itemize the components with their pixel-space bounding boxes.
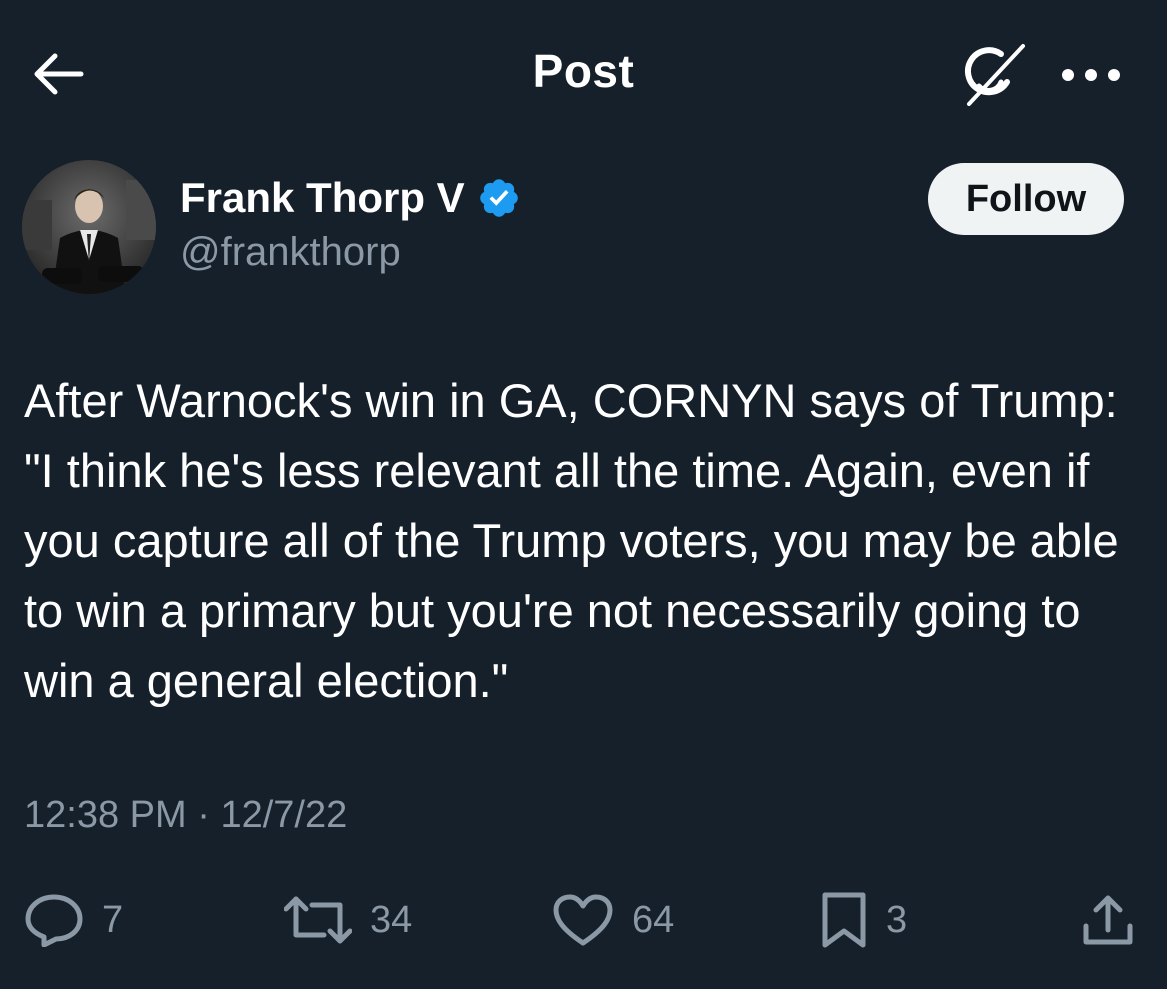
post-time: 12:38 PM: [24, 794, 187, 836]
reply-button[interactable]: 7: [24, 890, 123, 950]
share-button[interactable]: [1080, 890, 1136, 950]
share-icon: [1083, 895, 1133, 945]
post-text: After Warnock's win in GA, CORNYN says o…: [24, 374, 1119, 707]
bookmark-button[interactable]: 3: [820, 890, 907, 950]
author-name-text: Frank Thorp V: [180, 174, 465, 221]
author-name[interactable]: Frank Thorp V: [180, 174, 521, 222]
grok-icon: [965, 44, 1025, 106]
repost-button[interactable]: 34: [284, 890, 412, 950]
post-date: 12/7/22: [220, 794, 348, 836]
more-dots-icon: [1062, 69, 1120, 81]
more-options-button[interactable]: [1056, 50, 1126, 100]
heart-icon: [553, 894, 613, 946]
bookmark-icon: [822, 892, 866, 948]
like-button[interactable]: 64: [552, 890, 674, 950]
post-timestamp: 12:38 PM · 12/7/22: [24, 794, 347, 837]
verified-badge-icon: [479, 179, 518, 217]
repost-icon: [284, 896, 352, 944]
bookmark-count: 3: [886, 898, 908, 941]
reply-count: 7: [102, 898, 124, 941]
meta-separator: ·: [197, 794, 210, 836]
repost-count: 34: [370, 898, 413, 941]
post-page: Post Frank Thorp V @frankthorp Follow Af…: [0, 0, 1167, 989]
follow-button[interactable]: Follow: [928, 163, 1124, 235]
author-handle[interactable]: @frankthorp: [180, 230, 401, 275]
profile-photo: [22, 160, 156, 294]
avatar[interactable]: [22, 160, 156, 294]
like-count: 64: [632, 898, 675, 941]
action-bar: 7 34 64 3: [0, 880, 1167, 960]
reply-icon: [25, 894, 83, 947]
top-bar: Post: [0, 0, 1167, 140]
grok-button[interactable]: [958, 40, 1030, 108]
